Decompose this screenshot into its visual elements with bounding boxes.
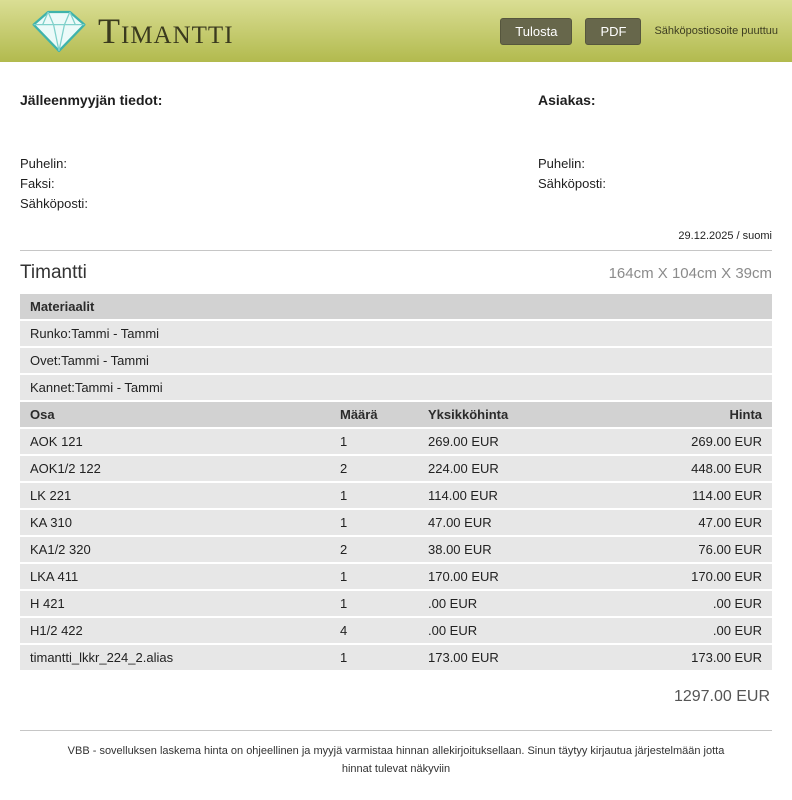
table-row: LKA 411 1 170.00 EUR 170.00 EUR <box>20 563 772 591</box>
materials-title: Materiaalit <box>20 294 772 321</box>
table-row: LK 221 1 114.00 EUR 114.00 EUR <box>20 482 772 510</box>
unit-price-cell: 224.00 EUR <box>418 455 614 483</box>
phone-label: Puhelin: <box>20 156 67 171</box>
product-dimensions: 164cm X 104cm X 39cm <box>608 265 772 282</box>
quantity-cell: 1 <box>330 482 418 510</box>
col-header-unit-price: Yksikköhinta <box>418 401 614 429</box>
price-cell: .00 EUR <box>614 617 772 645</box>
brand-title: Timantti <box>98 11 234 51</box>
col-header-quantity: Määrä <box>330 401 418 429</box>
material-row: Kannet:Tammi - Tammi <box>20 374 772 402</box>
price-cell: 76.00 EUR <box>614 536 772 564</box>
table-row: timantti_lkkr_224_2.alias 1 173.00 EUR 1… <box>20 644 772 672</box>
part-name-cell: H 421 <box>20 590 330 618</box>
price-cell: 114.00 EUR <box>614 482 772 510</box>
price-cell: 47.00 EUR <box>614 509 772 537</box>
unit-price-cell: 173.00 EUR <box>418 644 614 672</box>
reseller-info-column: Jälleenmyyjän tiedot: Puhelin: Faksi: Sä… <box>20 62 538 214</box>
part-name-cell: H1/2 422 <box>20 617 330 645</box>
part-name-cell: AOK 121 <box>20 428 330 456</box>
table-row: AOK1/2 122 2 224.00 EUR 448.00 EUR <box>20 455 772 483</box>
price-cell: 170.00 EUR <box>614 563 772 591</box>
table-row: AOK 121 1 269.00 EUR 269.00 EUR <box>20 428 772 456</box>
quantity-cell: 1 <box>330 509 418 537</box>
diamond-logo-icon <box>30 8 88 54</box>
materials-parts-table: Materiaalit Runko:Tammi - Tammi Ovet:Tam… <box>20 294 772 672</box>
unit-price-cell: 269.00 EUR <box>418 428 614 456</box>
col-header-price: Hinta <box>614 401 772 429</box>
table-row: KA1/2 320 2 38.00 EUR 76.00 EUR <box>20 536 772 564</box>
part-name-cell: KA 310 <box>20 509 330 537</box>
quantity-cell: 1 <box>330 644 418 672</box>
table-row: KA 310 1 47.00 EUR 47.00 EUR <box>20 509 772 537</box>
email-missing-notice: Sähköpostiosoite puuttuu <box>654 25 778 37</box>
part-name-cell: LK 221 <box>20 482 330 510</box>
unit-price-cell: 114.00 EUR <box>418 482 614 510</box>
unit-price-cell: 170.00 EUR <box>418 563 614 591</box>
material-row: Runko:Tammi - Tammi <box>20 320 772 348</box>
divider <box>20 250 772 251</box>
unit-price-cell: .00 EUR <box>418 590 614 618</box>
quantity-cell: 1 <box>330 563 418 591</box>
price-cell: 269.00 EUR <box>614 428 772 456</box>
price-cell: .00 EUR <box>614 590 772 618</box>
disclaimer-text: VBB - sovelluksen laskema hinta on ohjee… <box>67 745 725 775</box>
unit-price-cell: .00 EUR <box>418 617 614 645</box>
quantity-cell: 2 <box>330 455 418 483</box>
email-label: Sähköposti: <box>20 196 88 211</box>
app-header: Timantti Tulosta PDF Sähköpostiosoite pu… <box>0 0 792 62</box>
material-row: Ovet:Tammi - Tammi <box>20 347 772 375</box>
part-name-cell: LKA 411 <box>20 563 330 591</box>
quantity-cell: 2 <box>330 536 418 564</box>
table-row: H 421 1 .00 EUR .00 EUR <box>20 590 772 618</box>
col-header-part: Osa <box>20 401 330 429</box>
contact-info-section: Jälleenmyyjän tiedot: Puhelin: Faksi: Sä… <box>20 62 772 214</box>
table-row: H1/2 422 4 .00 EUR .00 EUR <box>20 617 772 645</box>
material-runko: Runko:Tammi - Tammi <box>20 320 772 348</box>
product-name: Timantti <box>20 262 87 283</box>
print-button[interactable]: Tulosta <box>500 17 573 45</box>
price-cell: 173.00 EUR <box>614 644 772 672</box>
customer-info-column: Asiakas: Puhelin: Sähköposti: <box>538 62 772 214</box>
pdf-button[interactable]: PDF <box>585 17 642 45</box>
price-cell: 448.00 EUR <box>614 455 772 483</box>
customer-email-label: Sähköposti: <box>538 176 606 191</box>
customer-phone-label: Puhelin: <box>538 156 585 171</box>
reseller-info-title: Jälleenmyyjän tiedot: <box>20 92 163 108</box>
quantity-cell: 4 <box>330 617 418 645</box>
part-name-cell: KA1/2 320 <box>20 536 330 564</box>
date-locale-text: 29.12.2025 / suomi <box>678 230 772 242</box>
reseller-fields: Puhelin: Faksi: Sähköposti: <box>20 154 538 214</box>
material-kannet: Kannet:Tammi - Tammi <box>20 374 772 402</box>
total-price: 1297.00 EUR <box>673 688 770 705</box>
materials-header-row: Materiaalit <box>20 294 772 321</box>
customer-title: Asiakas: <box>538 92 596 108</box>
fax-label: Faksi: <box>20 176 55 191</box>
product-header: Timantti 164cm X 104cm X 39cm <box>20 262 772 284</box>
material-ovet: Ovet:Tammi - Tammi <box>20 347 772 375</box>
unit-price-cell: 38.00 EUR <box>418 536 614 564</box>
part-name-cell: AOK1/2 122 <box>20 455 330 483</box>
customer-fields: Puhelin: Sähköposti: <box>538 154 772 194</box>
quantity-cell: 1 <box>330 428 418 456</box>
header-actions: Tulosta PDF Sähköpostiosoite puuttuu <box>500 17 778 45</box>
unit-price-cell: 47.00 EUR <box>418 509 614 537</box>
quantity-cell: 1 <box>330 590 418 618</box>
part-name-cell: timantti_lkkr_224_2.alias <box>20 644 330 672</box>
page-content: Jälleenmyyjän tiedot: Puhelin: Faksi: Sä… <box>0 62 792 800</box>
parts-header-row: Osa Määrä Yksikköhinta Hinta <box>20 401 772 429</box>
